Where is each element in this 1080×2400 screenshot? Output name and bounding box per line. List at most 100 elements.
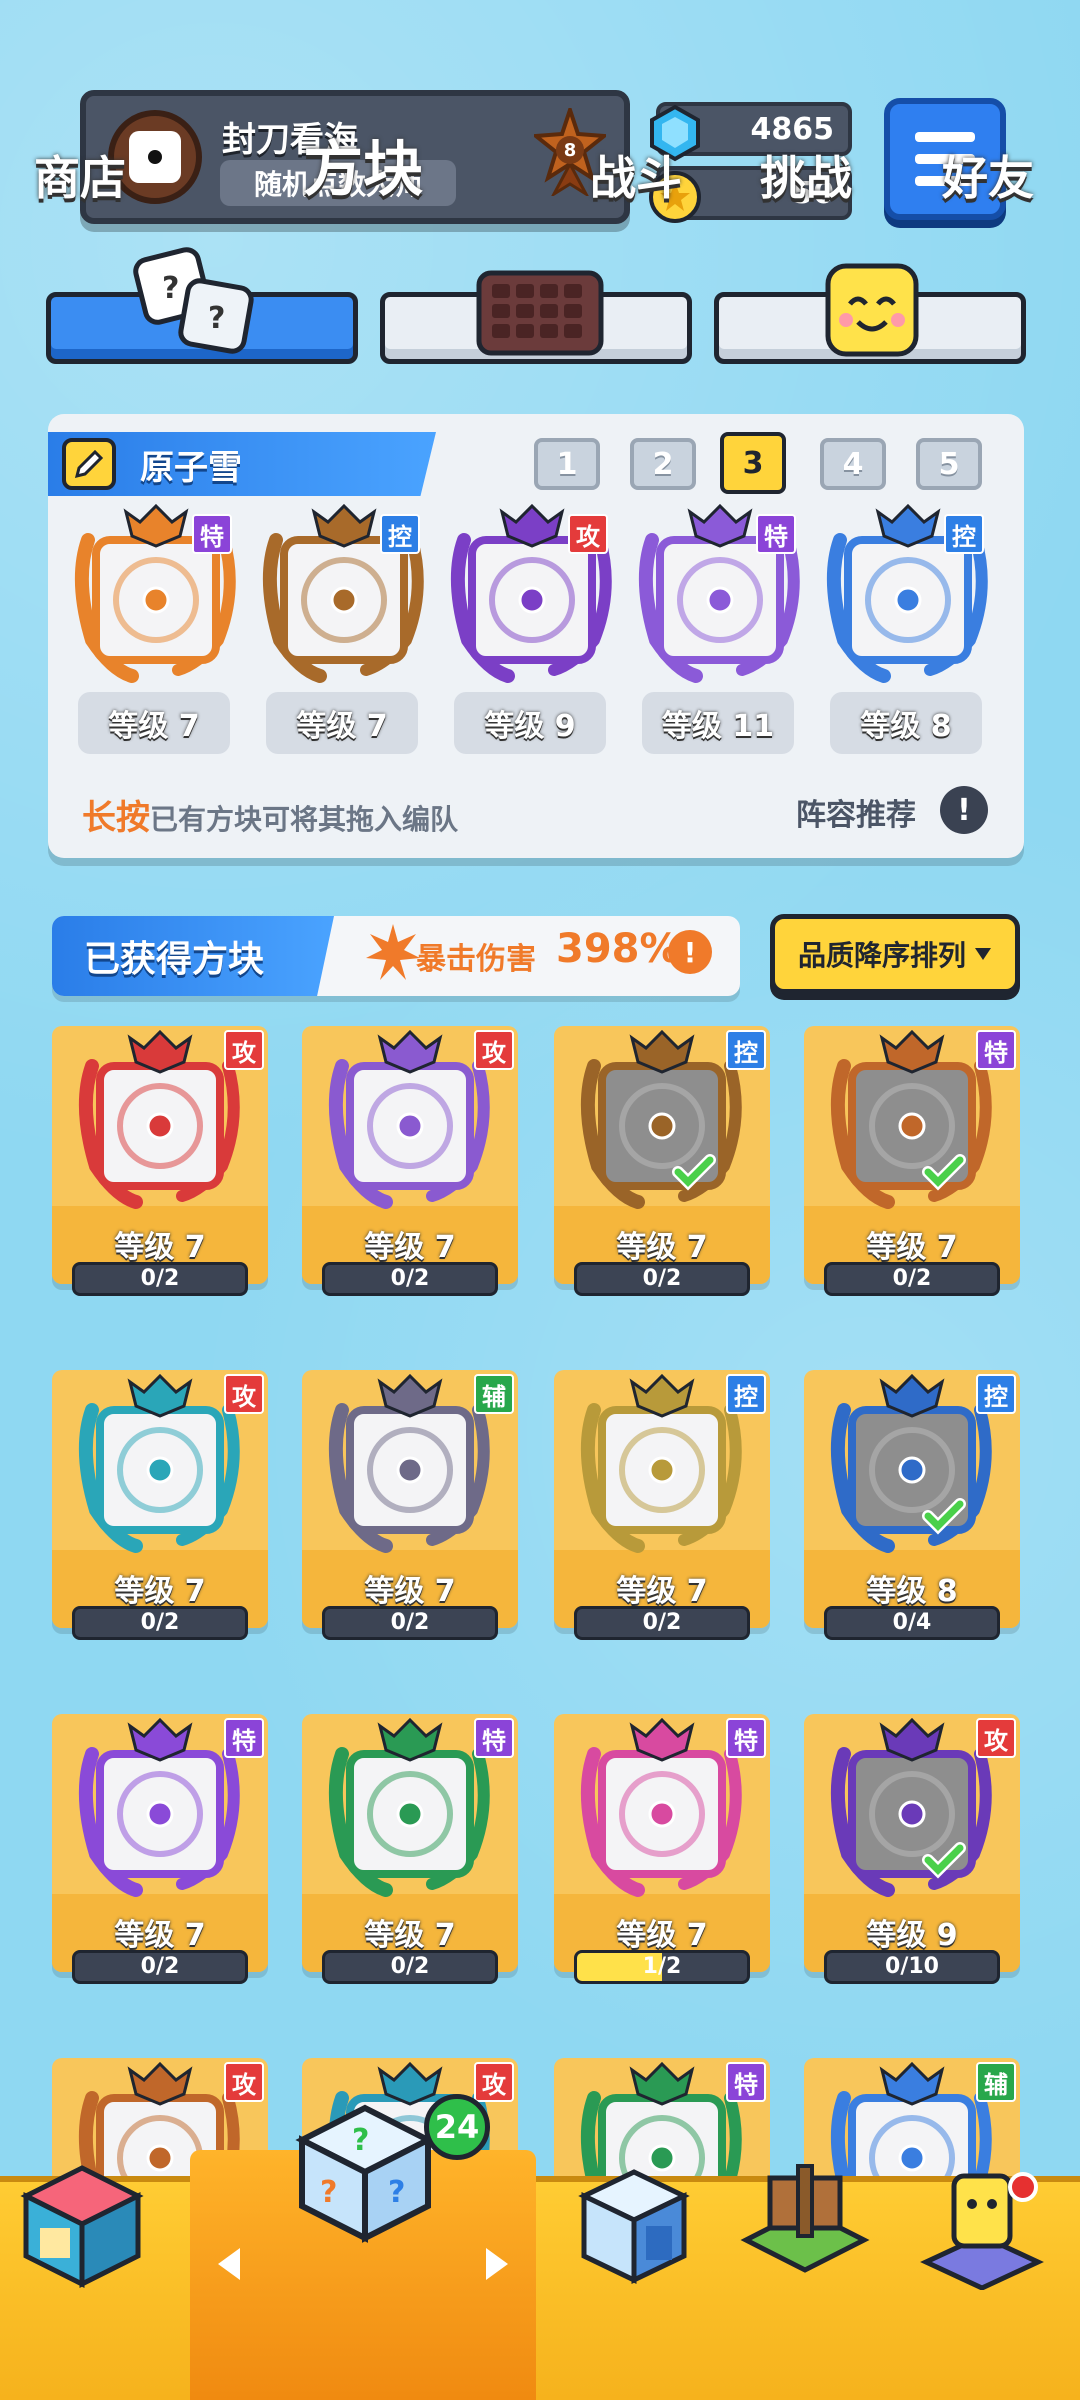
nav-blocks[interactable]: 方块 bbox=[190, 0, 536, 224]
deck-slot[interactable]: 控 bbox=[262, 503, 424, 683]
block-card[interactable]: 攻等级 7 0/2 bbox=[302, 1026, 518, 1296]
card-level: 等级 7 bbox=[616, 1918, 708, 1953]
block-card[interactable]: 辅等级 7 0/2 bbox=[302, 1370, 518, 1640]
svg-text:?: ? bbox=[162, 271, 179, 306]
card-progress-bar: 0/2 bbox=[72, 1950, 248, 1984]
card-progress-bar: 0/2 bbox=[574, 1262, 750, 1296]
nav-blocks-label: 方块 bbox=[303, 135, 423, 205]
card-level: 等级 7 bbox=[616, 1574, 708, 1609]
block-card[interactable]: 特等级 7 0/2 bbox=[804, 1026, 1020, 1296]
nav-friends-label: 好友 bbox=[942, 151, 1034, 205]
deck-number-3[interactable]: 3 bbox=[720, 432, 786, 494]
type-tag: 辅 bbox=[474, 1374, 514, 1414]
board-grid-icon bbox=[476, 270, 604, 356]
smiley-block-icon bbox=[825, 263, 919, 357]
arrow-left-icon[interactable] bbox=[218, 2248, 240, 2280]
card-progress-bar: 0/2 bbox=[72, 1262, 248, 1296]
deck-number-2[interactable]: 2 bbox=[630, 438, 696, 490]
block-icon bbox=[574, 1370, 750, 1554]
type-tag: 攻 bbox=[224, 2062, 264, 2102]
lineup-recommend-label[interactable]: 阵容推荐 bbox=[796, 790, 916, 834]
nav-challenge[interactable]: 挑战 bbox=[726, 0, 886, 224]
type-tag: 特 bbox=[726, 1718, 766, 1758]
card-level: 等级 7 bbox=[364, 1230, 456, 1265]
card-level: 等级 8 bbox=[866, 1574, 958, 1609]
deck-number-1[interactable]: 1 bbox=[534, 438, 600, 490]
type-tag: 特 bbox=[756, 514, 796, 554]
deck-slot[interactable]: 特 bbox=[74, 503, 236, 683]
type-tag: 特 bbox=[474, 1718, 514, 1758]
card-progress-bar: 0/2 bbox=[322, 1950, 498, 1984]
dice-pair-icon: ? ? bbox=[133, 247, 254, 354]
hint-body: 已有方块可将其拖入编队 bbox=[150, 803, 459, 836]
sort-dropdown[interactable]: 品质降序排列 bbox=[770, 914, 1020, 994]
type-tag: 辅 bbox=[976, 2062, 1016, 2102]
type-tag: 控 bbox=[726, 1030, 766, 1070]
type-tag: 控 bbox=[380, 514, 420, 554]
nav-friends[interactable]: 好友 bbox=[908, 0, 1068, 224]
block-icon bbox=[72, 1370, 248, 1554]
card-progress-text: 0/2 bbox=[140, 1266, 180, 1291]
block-card[interactable]: 控等级 7 0/2 bbox=[554, 1026, 770, 1296]
type-tag: 攻 bbox=[224, 1374, 264, 1414]
card-level: 等级 7 bbox=[114, 1574, 206, 1609]
deck-number-5[interactable]: 5 bbox=[916, 438, 982, 490]
block-icon bbox=[574, 1714, 750, 1898]
card-progress-bar: 0/2 bbox=[574, 1606, 750, 1640]
deck-slot-level: 等级 7 bbox=[78, 692, 230, 754]
block-card[interactable]: 控等级 8 0/4 bbox=[804, 1370, 1020, 1640]
card-level: 等级 7 bbox=[114, 1230, 206, 1265]
deck-slot[interactable]: 特 bbox=[638, 503, 800, 683]
nav-battle[interactable]: 战斗 bbox=[556, 0, 716, 224]
block-icon bbox=[824, 1714, 1000, 1898]
card-level: 等级 7 bbox=[616, 1230, 708, 1265]
arrow-right-icon[interactable] bbox=[486, 2248, 508, 2280]
card-progress-text: 0/10 bbox=[885, 1954, 939, 1979]
type-tag: 控 bbox=[726, 1374, 766, 1414]
type-tag: 特 bbox=[726, 2062, 766, 2102]
sort-label: 品质降序排列 bbox=[797, 939, 966, 972]
block-card[interactable]: 攻等级 9 0/10 bbox=[804, 1714, 1020, 1984]
deck-slot[interactable]: 控 bbox=[826, 503, 988, 683]
deck-slot-level: 等级 8 bbox=[830, 692, 982, 754]
card-progress-bar: 0/2 bbox=[72, 1606, 248, 1640]
type-tag: 特 bbox=[976, 1030, 1016, 1070]
info-icon[interactable]: ! bbox=[940, 786, 988, 834]
nav-shop-label: 商店 bbox=[34, 151, 126, 205]
deck-slot[interactable]: 攻 bbox=[450, 503, 612, 683]
type-tag: 特 bbox=[192, 514, 232, 554]
block-card[interactable]: 特等级 7 1/2 bbox=[554, 1714, 770, 1984]
block-card[interactable]: 攻等级 7 0/2 bbox=[52, 1026, 268, 1296]
block-icon bbox=[824, 1370, 1000, 1554]
card-progress-bar: 0/4 bbox=[824, 1606, 1000, 1640]
mystery-block-icon: ? ? ? bbox=[295, 2104, 435, 2243]
block-icon bbox=[322, 1026, 498, 1210]
card-progress-text: 0/2 bbox=[892, 1266, 932, 1291]
card-level: 等级 7 bbox=[364, 1918, 456, 1953]
crit-info-icon[interactable]: ! bbox=[668, 930, 712, 974]
challenge-icon bbox=[740, 2164, 870, 2273]
card-level: 等级 9 bbox=[866, 1918, 958, 1953]
deck-number-4[interactable]: 4 bbox=[820, 438, 886, 490]
shop-icon bbox=[20, 2165, 144, 2289]
bottom-nav bbox=[0, 2176, 1080, 2400]
block-icon bbox=[322, 1370, 498, 1554]
svg-text:?: ? bbox=[388, 2175, 405, 2210]
crit-label: 暴击伤害 bbox=[416, 942, 536, 977]
card-progress-text: 0/2 bbox=[140, 1610, 180, 1635]
card-progress-text: 0/2 bbox=[390, 1266, 430, 1291]
block-card[interactable]: 特等级 7 0/2 bbox=[52, 1714, 268, 1984]
block-card[interactable]: 攻等级 7 0/2 bbox=[52, 1370, 268, 1640]
block-card[interactable]: 特等级 7 0/2 bbox=[302, 1714, 518, 1984]
deck-slot-level: 等级 7 bbox=[266, 692, 418, 754]
type-tag: 攻 bbox=[224, 1030, 264, 1070]
battle-icon bbox=[578, 2169, 690, 2284]
block-card[interactable]: 控等级 7 0/2 bbox=[554, 1370, 770, 1640]
owned-title: 已获得方块 bbox=[84, 939, 265, 980]
nav-shop[interactable]: 商店 bbox=[0, 0, 160, 224]
card-progress-text: 0/4 bbox=[892, 1610, 932, 1635]
chevron-down-icon bbox=[975, 948, 991, 960]
card-progress-bar: 0/2 bbox=[824, 1262, 1000, 1296]
pencil-icon[interactable] bbox=[62, 438, 116, 490]
notification-dot bbox=[1008, 2172, 1038, 2202]
